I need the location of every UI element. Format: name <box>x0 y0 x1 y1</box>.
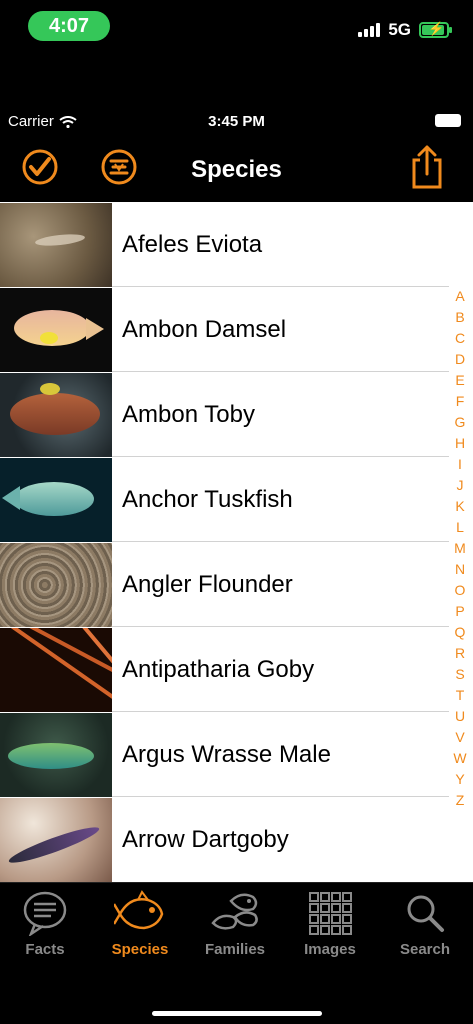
index-letter[interactable]: F <box>456 391 465 412</box>
species-thumbnail <box>0 627 112 712</box>
speech-bubble-icon <box>23 891 67 936</box>
battery-icon <box>435 114 461 127</box>
species-name: Ambon Damsel <box>112 287 449 372</box>
species-thumbnail <box>0 202 112 287</box>
tab-label: Families <box>204 941 266 958</box>
index-letter[interactable]: K <box>455 496 464 517</box>
tab-families[interactable]: Families <box>190 889 280 958</box>
species-name: Antipatharia Goby <box>112 627 449 712</box>
index-letter[interactable]: Y <box>455 769 464 790</box>
index-letter[interactable]: R <box>455 643 465 664</box>
index-letter[interactable]: O <box>455 580 466 601</box>
list-item[interactable]: Argus Wrasse Male <box>0 712 473 797</box>
index-letter[interactable]: B <box>455 307 464 328</box>
species-thumbnail <box>0 372 112 457</box>
tab-label: Facts <box>25 941 65 958</box>
index-letter[interactable]: P <box>455 601 464 622</box>
index-letter[interactable]: H <box>455 433 465 454</box>
cellular-signal-icon <box>358 23 381 37</box>
device-status-bar: 4:07 5G ⚡ <box>0 0 473 52</box>
species-name: Angler Flounder <box>112 542 449 627</box>
index-letter[interactable]: G <box>455 412 466 433</box>
species-thumbnail <box>0 287 112 372</box>
index-letter[interactable]: T <box>456 685 465 706</box>
index-letter[interactable]: V <box>455 727 464 748</box>
grid-icon <box>309 892 352 935</box>
page-title: Species <box>191 156 282 183</box>
species-name: Arrow Dartgoby <box>122 826 289 853</box>
alphabet-index[interactable]: ABCDEFGHIJKLMNOPQRSTUVWYZ <box>451 286 469 811</box>
list-item[interactable]: Ambon Toby <box>0 372 473 457</box>
species-thumbnail <box>0 797 112 882</box>
list-item[interactable]: Arrow Dartgoby <box>0 797 473 882</box>
index-letter[interactable]: Q <box>455 622 466 643</box>
species-name: Anchor Tuskfish <box>112 457 449 542</box>
tab-label: Species <box>111 941 169 958</box>
share-icon[interactable] <box>408 144 446 190</box>
index-letter[interactable]: S <box>455 664 464 685</box>
species-list[interactable]: Afeles Eviota Ambon Damsel Ambon Toby An… <box>0 202 473 882</box>
index-letter[interactable]: C <box>455 328 465 349</box>
list-item[interactable]: Antipatharia Goby <box>0 627 473 712</box>
species-thumbnail <box>0 712 112 797</box>
network-type: 5G <box>388 20 411 39</box>
app-status-bar: Carrier 3:45 PM <box>0 106 473 136</box>
index-letter[interactable]: L <box>456 517 464 538</box>
species-name: Ambon Toby <box>112 372 449 457</box>
home-indicator[interactable] <box>152 1011 322 1016</box>
fish-family-icon <box>211 893 258 930</box>
list-item[interactable]: Angler Flounder <box>0 542 473 627</box>
device-status-icons: 5G ⚡ <box>358 20 452 40</box>
tab-images[interactable]: Images <box>285 889 375 958</box>
index-letter[interactable]: A <box>455 286 464 307</box>
species-name: Argus Wrasse Male <box>112 712 449 797</box>
device-time: 4:07 <box>28 11 110 41</box>
species-thumbnail <box>0 542 112 627</box>
battery-charging-icon: ⚡ <box>419 21 452 38</box>
tab-label: Images <box>304 941 356 958</box>
list-item[interactable]: Anchor Tuskfish <box>0 457 473 542</box>
tab-bar: Facts Species Families Images Search <box>0 882 473 1024</box>
index-letter[interactable]: N <box>455 559 465 580</box>
list-item[interactable]: Ambon Damsel <box>0 287 473 372</box>
index-letter[interactable]: E <box>455 370 464 391</box>
index-letter[interactable]: W <box>453 748 466 769</box>
index-letter[interactable]: J <box>457 475 464 496</box>
index-letter[interactable]: M <box>454 538 466 559</box>
index-letter[interactable]: I <box>458 454 462 475</box>
index-letter[interactable]: D <box>455 349 465 370</box>
index-letter[interactable]: U <box>455 706 465 727</box>
tab-facts[interactable]: Facts <box>0 889 90 958</box>
list-item[interactable]: Afeles Eviota <box>0 202 473 287</box>
index-letter[interactable]: Z <box>456 790 465 811</box>
tab-search[interactable]: Search <box>380 889 470 958</box>
tab-label: Search <box>399 941 451 958</box>
species-thumbnail <box>0 457 112 542</box>
fish-icon <box>114 890 164 930</box>
species-name: Afeles Eviota <box>112 202 449 287</box>
navigation-bar: Species <box>0 140 473 202</box>
app-time: 3:45 PM <box>208 113 265 130</box>
tab-species[interactable]: Species <box>95 889 185 958</box>
search-icon <box>407 895 444 932</box>
